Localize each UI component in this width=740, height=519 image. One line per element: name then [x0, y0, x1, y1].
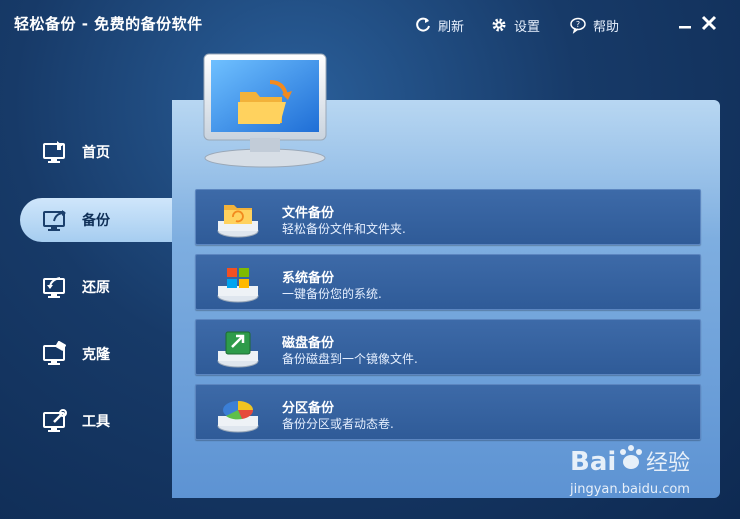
card-title: 文件备份 — [282, 206, 335, 221]
sidebar-item-tools[interactable]: 工具 — [20, 399, 172, 443]
sidebar-item-label: 首页 — [82, 145, 110, 161]
gear-icon — [492, 18, 506, 32]
restore-monitor-icon — [43, 277, 65, 298]
svg-text:经验: 经验 — [646, 451, 690, 476]
help-bubble-icon: ? — [570, 17, 586, 34]
backup-monitor-large-icon — [203, 53, 327, 168]
sidebar-item-clone[interactable]: 克隆 — [20, 332, 172, 376]
sidebar-item-label: 工具 — [82, 414, 110, 430]
card-description: 备份磁盘到一个镜像文件. — [282, 352, 418, 366]
backup-monitor-icon — [43, 210, 66, 231]
close-icon[interactable] — [700, 14, 718, 32]
card-description: 一键备份您的系统. — [282, 287, 382, 301]
sidebar-item-label: 还原 — [82, 280, 110, 296]
sidebar-item-home[interactable]: 首页 — [20, 130, 172, 174]
sidebar-item-backup[interactable]: 备份 — [20, 198, 172, 242]
refresh-button[interactable]: 刷新 — [414, 15, 464, 35]
settings-button[interactable]: 设置 — [490, 15, 540, 35]
sidebar-item-restore[interactable]: 还原 — [20, 265, 172, 309]
baidu-jingyan-watermark: Bai 经验 jingyan.baidu.com — [570, 438, 720, 502]
refresh-icon — [416, 17, 430, 32]
file-backup-card[interactable]: 文件备份 轻松备份文件和文件夹. — [195, 189, 701, 245]
partition-backup-card[interactable]: 分区备份 备份分区或者动态卷. — [195, 384, 701, 440]
tools-monitor-icon — [43, 409, 67, 432]
svg-text:?: ? — [576, 20, 580, 29]
sidebar-item-label: 备份 — [82, 213, 110, 229]
refresh-label: 刷新 — [438, 19, 465, 35]
file-backup-icon — [217, 205, 259, 238]
card-title: 磁盘备份 — [282, 336, 335, 351]
minimize-icon[interactable] — [676, 14, 694, 32]
disk-backup-icon — [217, 331, 259, 368]
clone-monitor-icon — [43, 341, 66, 365]
card-title: 分区备份 — [282, 401, 335, 416]
baidu-paw-logo: Bai 经验 — [570, 445, 690, 477]
settings-label: 设置 — [514, 19, 541, 35]
svg-text:Bai: Bai — [570, 447, 616, 477]
window-title: 轻松备份 - 免费的备份软件 — [14, 15, 203, 33]
system-backup-icon — [217, 268, 259, 303]
home-monitor-icon — [43, 141, 65, 163]
help-button[interactable]: ? 帮助 — [569, 15, 619, 35]
system-backup-card[interactable]: 系统备份 一键备份您的系统. — [195, 254, 701, 310]
title-bar: 轻松备份 - 免费的备份软件 刷新 设置 ? 帮助 — [0, 0, 740, 48]
partition-backup-icon — [217, 401, 259, 433]
help-label: 帮助 — [593, 19, 620, 35]
disk-backup-card[interactable]: 磁盘备份 备份磁盘到一个镜像文件. — [195, 319, 701, 375]
app-window: 轻松备份 - 免费的备份软件 刷新 设置 ? 帮助 首页 备份 还原 克隆 工具… — [0, 0, 740, 519]
card-description: 轻松备份文件和文件夹. — [282, 222, 406, 236]
card-description: 备份分区或者动态卷. — [282, 417, 394, 431]
sidebar-item-label: 克隆 — [82, 347, 110, 363]
sidebar: 首页 备份 还原 克隆 工具 — [0, 110, 172, 470]
watermark-url: jingyan.baidu.com — [570, 482, 690, 497]
card-title: 系统备份 — [282, 271, 335, 286]
